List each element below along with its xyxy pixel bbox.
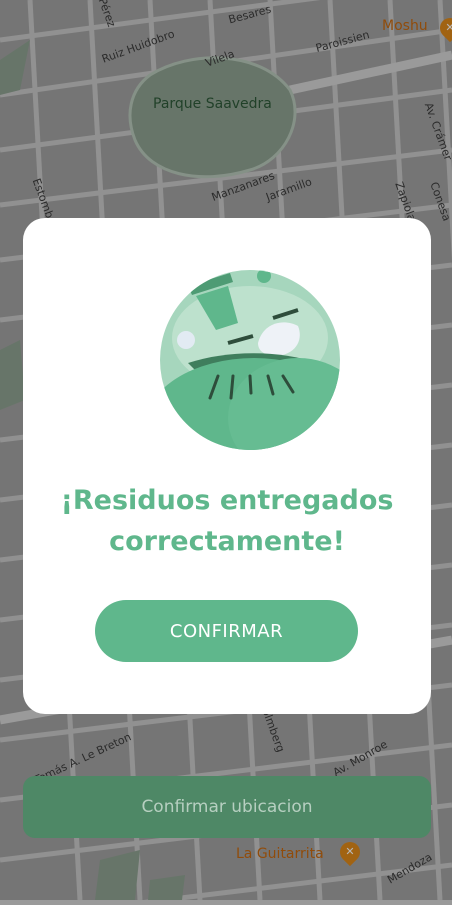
dialog-title: ¡Residuos entregados correctamente! — [23, 480, 431, 562]
waste-delivered-illustration — [160, 270, 340, 450]
dialog-title-line: correctamente! — [109, 526, 345, 557]
success-dialog: ¡Residuos entregados correctamente! CONF… — [23, 218, 431, 714]
dialog-title-line: ¡Residuos entregados — [60, 485, 394, 516]
confirm-button[interactable]: CONFIRMAR — [95, 600, 358, 662]
confirm-location-button[interactable]: Confirmar ubicacion — [23, 776, 431, 838]
